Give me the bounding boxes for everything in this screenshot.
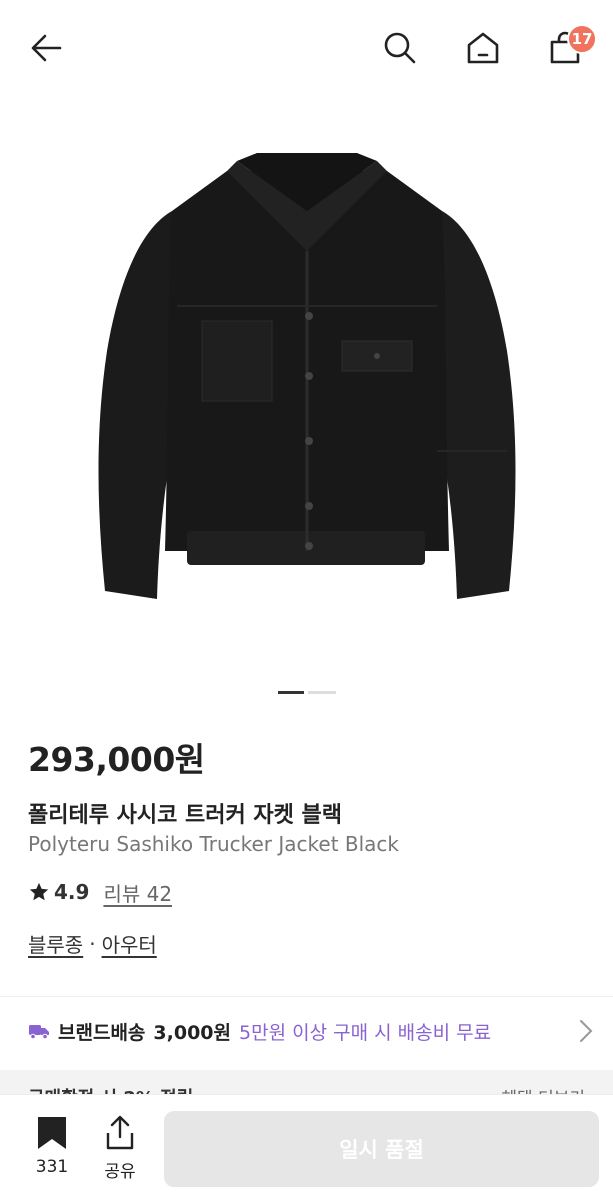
category-link-blouson[interactable]: 블루종 — [28, 929, 83, 958]
shipping-note: 5만원 이상 구매 시 배송비 무료 — [239, 1021, 492, 1044]
back-button[interactable] — [24, 26, 68, 70]
bookmark-icon — [38, 1117, 66, 1149]
bookmark-count: 331 — [35, 1157, 69, 1177]
bottom-action-bar: 331 공유 일시 품절 — [0, 1095, 613, 1200]
home-button[interactable] — [461, 26, 505, 70]
share-label: 공유 — [104, 1162, 136, 1182]
search-icon — [384, 32, 416, 64]
image-indicator-active — [278, 691, 304, 694]
chevron-right-icon — [580, 1020, 593, 1042]
share-icon — [106, 1115, 134, 1150]
shipping-info-row[interactable]: 브랜드배송 3,000원 5만원 이상 구매 시 배송비 무료 — [28, 1012, 593, 1050]
shipping-label: 브랜드배송 — [58, 1021, 146, 1044]
product-image[interactable] — [0, 96, 613, 676]
truck-icon — [29, 1025, 49, 1040]
share-button[interactable]: 공유 — [94, 1115, 146, 1185]
image-indicator-inactive — [308, 691, 336, 694]
product-name-english: Polyteru Sashiko Trucker Jacket Black — [28, 832, 400, 856]
rating-row: 4.9 리뷰 42 — [28, 878, 172, 906]
search-button[interactable] — [378, 26, 422, 70]
cart-count-badge: 17 — [567, 24, 597, 54]
jacket-image — [98, 153, 515, 599]
rating-value: 4.9 — [54, 880, 90, 904]
sold-out-button[interactable]: 일시 품절 — [164, 1111, 599, 1187]
home-icon — [467, 32, 499, 64]
back-arrow-icon — [31, 34, 62, 62]
star-icon — [29, 882, 49, 901]
category-link-outer[interactable]: 아우터 — [102, 929, 157, 958]
shipping-price: 3,000원 — [153, 1021, 231, 1044]
category-separator: · — [89, 931, 96, 956]
top-bar: 17 — [0, 0, 613, 96]
product-price: 293,000원 — [28, 740, 205, 779]
bookmark-button[interactable]: 331 — [26, 1115, 78, 1185]
review-link[interactable]: 리뷰 42 — [103, 878, 172, 907]
category-breadcrumb: 블루종 · 아우터 — [28, 929, 157, 958]
product-name-korean: 폴리테루 사시코 트러커 자켓 블랙 — [28, 803, 342, 828]
section-divider — [0, 996, 613, 997]
